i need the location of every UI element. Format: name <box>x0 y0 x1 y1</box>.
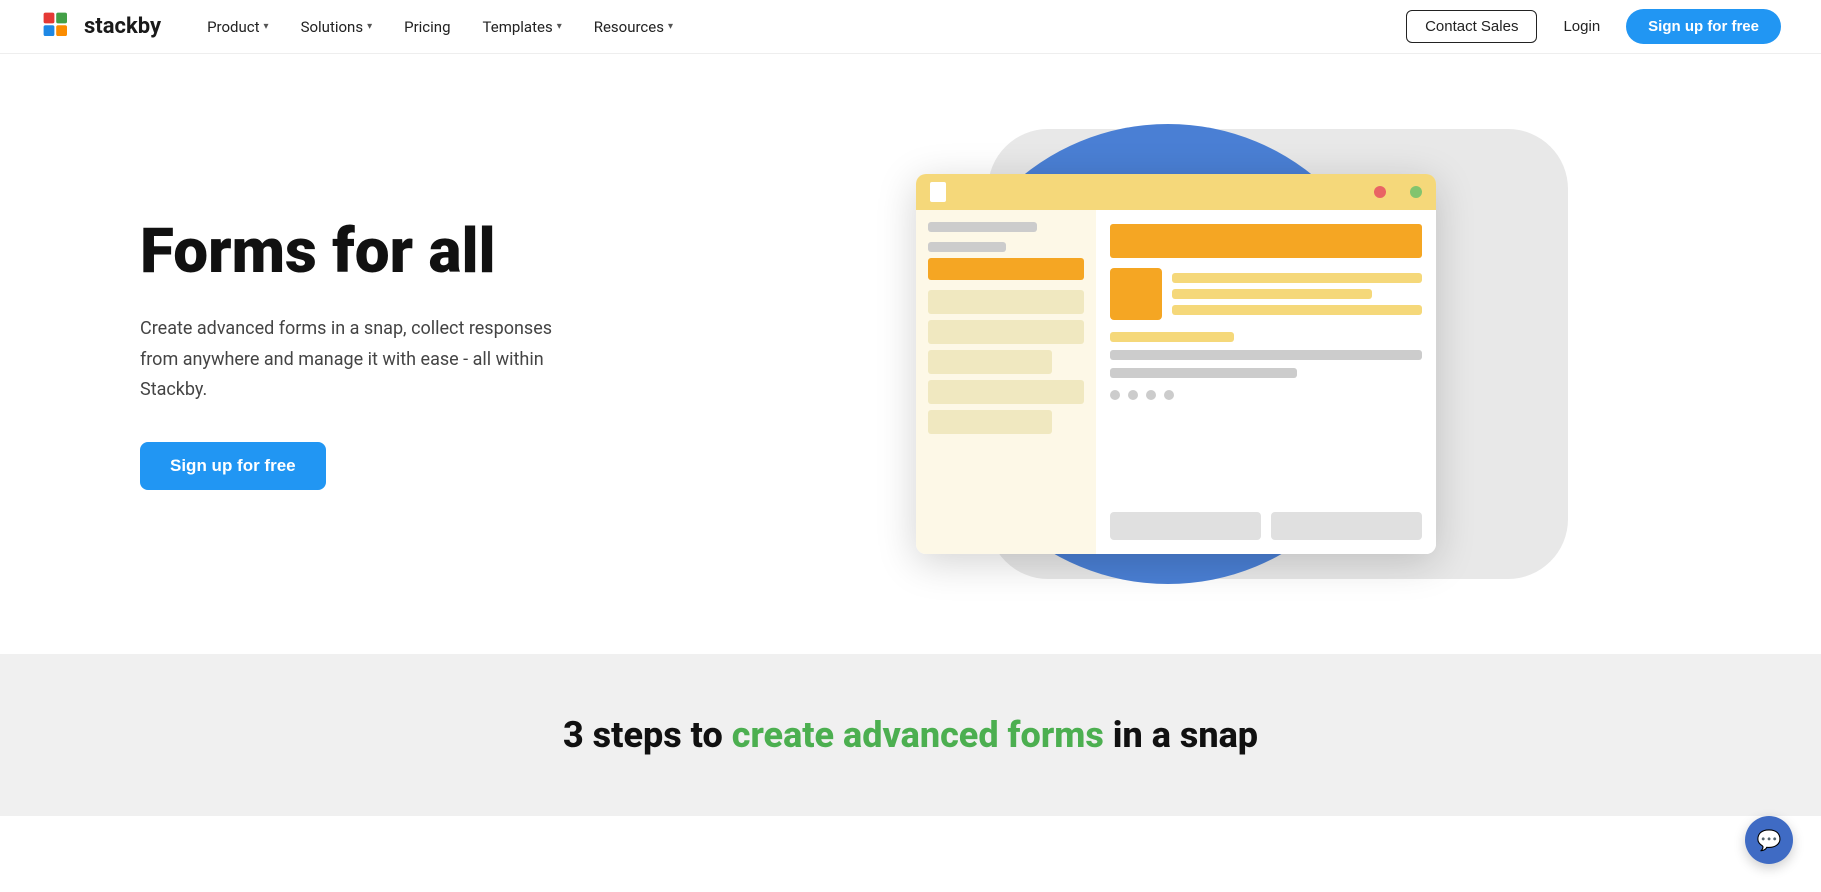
chat-button[interactable]: 💬 <box>1745 816 1793 864</box>
chat-icon: 💬 <box>1757 828 1782 852</box>
response-square-block <box>1110 268 1162 320</box>
bottom-section: 3 steps to create advanced forms in a sn… <box>0 654 1821 816</box>
form-header-orange <box>928 258 1084 280</box>
resp-btn-2 <box>1271 512 1422 540</box>
response-line-1 <box>1172 273 1422 283</box>
logo-text: stackby <box>84 14 161 39</box>
nav-item-pricing[interactable]: Pricing <box>390 12 464 42</box>
dot-3 <box>1146 390 1156 400</box>
logo-link[interactable]: stackby <box>40 9 161 45</box>
bottom-heading: 3 steps to create advanced forms in a sn… <box>40 714 1781 756</box>
bottom-heading-part1: 3 steps to <box>563 714 732 756</box>
hero-signup-button[interactable]: Sign up for free <box>140 442 326 490</box>
stackby-logo-icon <box>40 9 76 45</box>
login-button[interactable]: Login <box>1549 11 1614 42</box>
response-buttons <box>1110 512 1422 540</box>
window-dot-yellow <box>1392 186 1404 198</box>
bottom-heading-highlight: create advanced forms <box>732 714 1104 756</box>
chevron-down-icon: ▾ <box>367 21 372 32</box>
chevron-down-icon: ▾ <box>557 21 562 32</box>
hero-content: Forms for all Create advanced forms in a… <box>140 218 640 490</box>
navigation: stackby Product ▾ Solutions ▾ Pricing Te… <box>0 0 1821 54</box>
bottom-heading-part2: in a snap <box>1104 714 1258 756</box>
dot-4 <box>1164 390 1174 400</box>
nav-item-product[interactable]: Product ▾ <box>193 12 282 42</box>
contact-sales-button[interactable]: Contact Sales <box>1406 10 1537 43</box>
browser-body <box>916 210 1436 554</box>
form-url-bar2 <box>928 242 1006 252</box>
form-field-4 <box>928 380 1084 404</box>
form-left-panel <box>916 210 1096 554</box>
hero-title: Forms for all <box>140 218 640 286</box>
nav-signup-button[interactable]: Sign up for free <box>1626 9 1781 44</box>
hero-description: Create advanced forms in a snap, collect… <box>140 314 580 406</box>
response-short-line <box>1110 332 1235 342</box>
form-url-bar <box>928 222 1037 232</box>
dot-2 <box>1128 390 1138 400</box>
hero-illustration <box>640 114 1741 594</box>
document-icon <box>930 182 946 202</box>
form-right-panel <box>1096 210 1436 554</box>
nav-item-templates[interactable]: Templates ▾ <box>469 12 576 42</box>
window-dot-red <box>1374 186 1386 198</box>
response-gray-line-2 <box>1110 368 1297 378</box>
form-field-3 <box>928 350 1053 374</box>
hero-section: Forms for all Create advanced forms in a… <box>0 54 1821 654</box>
response-gray-line-1 <box>1110 350 1422 360</box>
response-line-3 <box>1172 305 1422 315</box>
dot-1 <box>1110 390 1120 400</box>
window-dot-green <box>1410 186 1422 198</box>
form-field-1 <box>928 290 1084 314</box>
response-orange-bar <box>1110 224 1422 258</box>
chevron-down-icon: ▾ <box>668 21 673 32</box>
resp-btn-1 <box>1110 512 1261 540</box>
response-line-2 <box>1172 289 1372 299</box>
response-dots <box>1110 390 1422 400</box>
browser-mockup <box>916 174 1436 554</box>
nav-item-solutions[interactable]: Solutions ▾ <box>287 12 387 42</box>
form-field-2 <box>928 320 1084 344</box>
form-field-5 <box>928 410 1053 434</box>
chevron-down-icon: ▾ <box>264 21 269 32</box>
nav-links: Product ▾ Solutions ▾ Pricing Templates … <box>193 12 1406 42</box>
nav-item-resources[interactable]: Resources ▾ <box>580 12 687 42</box>
browser-titlebar <box>916 174 1436 210</box>
nav-right: Contact Sales Login Sign up for free <box>1406 9 1781 44</box>
